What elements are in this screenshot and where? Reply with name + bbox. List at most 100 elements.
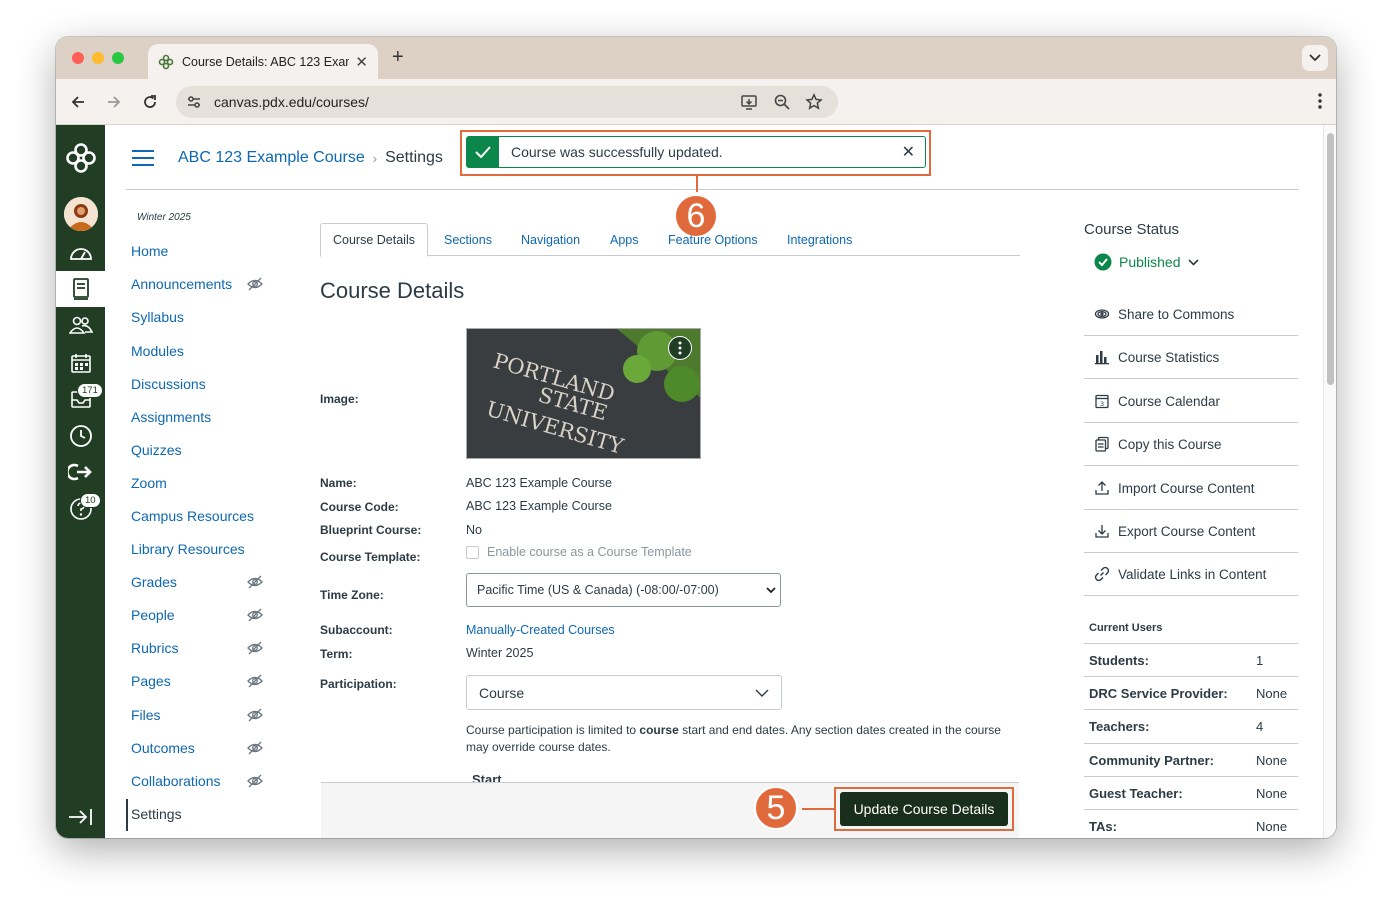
course-nav-item-outcomes[interactable]: Outcomes [131, 740, 263, 756]
flash-message: Course was successfully updated. ✕ [466, 136, 926, 168]
page-scrollbar[interactable] [1323, 125, 1336, 838]
copy-icon [1095, 436, 1109, 452]
course-action-course-calendar[interactable]: 3 Course Calendar [1084, 380, 1298, 423]
name-label: Name: [320, 476, 357, 490]
course-nav-active-indicator [126, 799, 128, 831]
address-bar[interactable]: canvas.pdx.edu/courses/ [176, 86, 838, 118]
course-nav-item-settings[interactable]: Settings [131, 806, 182, 822]
success-check-icon [467, 137, 499, 167]
course-nav-item-label: Library Resources [131, 541, 245, 557]
minimize-window-button[interactable] [92, 52, 104, 64]
course-nav-item-campus-resources[interactable]: Campus Resources [131, 508, 254, 524]
chevron-down-icon [1309, 54, 1321, 62]
tab-sections[interactable]: Sections [444, 223, 492, 256]
course-action-share-to-commons[interactable]: Share to Commons [1084, 293, 1298, 336]
canvas-logo-link[interactable] [56, 140, 105, 176]
user-role: TAs: [1089, 818, 1117, 834]
tab-close-icon[interactable]: ✕ [355, 53, 368, 71]
course-action-copy-this-course[interactable]: Copy this Course [1084, 423, 1298, 466]
page-title: Course Details [320, 278, 465, 303]
course-action-label: Export Course Content [1118, 523, 1256, 539]
back-button[interactable] [66, 90, 90, 114]
participation-label: Participation: [320, 677, 397, 691]
course-nav-item-grades[interactable]: Grades [131, 574, 263, 590]
course-nav-item-pages[interactable]: Pages [131, 673, 263, 689]
course-nav-item-zoom[interactable]: Zoom [131, 475, 167, 491]
hidden-eye-icon [247, 641, 263, 655]
course-nav-item-home[interactable]: Home [131, 243, 168, 259]
zoom-window-button[interactable] [112, 52, 124, 64]
course-nav-item-quizzes[interactable]: Quizzes [131, 442, 182, 458]
groups-nav[interactable] [56, 307, 105, 343]
user-count: 1 [1256, 652, 1264, 668]
course-action-label: Course Statistics [1118, 349, 1220, 365]
account-avatar[interactable] [64, 197, 98, 231]
tab-navigation[interactable]: Navigation [521, 223, 580, 256]
course-nav-item-files[interactable]: Files [131, 707, 263, 723]
new-tab-button[interactable]: + [392, 46, 404, 69]
hamburger-menu-icon[interactable] [132, 150, 154, 166]
course-nav-item-discussions[interactable]: Discussions [131, 376, 206, 392]
flash-close-icon[interactable]: ✕ [902, 142, 915, 162]
course-action-course-statistics[interactable]: Course Statistics [1084, 336, 1298, 379]
browser-menu-icon[interactable] [1318, 92, 1322, 110]
breadcrumb-course-link[interactable]: ABC 123 Example Course [178, 149, 365, 167]
collapse-nav-button[interactable] [68, 808, 94, 831]
browser-tab[interactable]: Course Details: ABC 123 Exam ✕ [148, 44, 378, 79]
course-image-photo: PORTLAND STATE UNIVERSITY [467, 329, 700, 458]
course-nav-item-modules[interactable]: Modules [131, 343, 184, 359]
close-window-button[interactable] [72, 52, 84, 64]
reload-button[interactable] [138, 90, 162, 114]
time-zone-select[interactable]: Pacific Time (US & Canada) (-08:00/-07:0… [466, 573, 781, 607]
subaccount-link[interactable]: Manually-Created Courses [466, 623, 615, 637]
zoom-icon[interactable] [773, 93, 791, 111]
url-text: canvas.pdx.edu/courses/ [214, 94, 369, 110]
studio-arrow-icon [67, 463, 92, 481]
studio-nav[interactable] [56, 454, 105, 490]
course-nav-item-assignments[interactable]: Assignments [131, 409, 211, 425]
course-action-label: Copy this Course [1118, 436, 1222, 452]
course-nav-item-rubrics[interactable]: Rubrics [131, 640, 263, 656]
hidden-eye-icon [247, 608, 263, 622]
scrollbar-thumb[interactable] [1327, 133, 1334, 385]
hidden-eye-icon [247, 774, 263, 788]
course-nav-item-library-resources[interactable]: Library Resources [131, 541, 245, 557]
course-action-export-course-content[interactable]: Export Course Content [1084, 510, 1298, 553]
tab-feature-options[interactable]: Feature Options [668, 223, 758, 256]
dashboard-nav[interactable] [56, 235, 105, 271]
settings-tabs: Course Details Sections Navigation Apps … [320, 223, 1020, 257]
user-count: None [1256, 685, 1288, 701]
tab-course-details[interactable]: Course Details [320, 223, 428, 257]
update-course-details-button[interactable]: Update Course Details [840, 792, 1008, 826]
course-nav-item-label: Announcements [131, 276, 233, 292]
participation-value: Course [479, 685, 525, 701]
course-nav-item-collaborations[interactable]: Collaborations [131, 773, 263, 789]
course-action-validate-links-in-content[interactable]: Validate Links in Content [1084, 553, 1298, 596]
tab-integrations[interactable]: Integrations [787, 223, 852, 256]
bookmark-star-icon[interactable] [805, 93, 823, 111]
course-nav-item-people[interactable]: People [131, 607, 263, 623]
forward-button[interactable] [102, 90, 126, 114]
header-divider [126, 189, 1299, 190]
image-options-button[interactable] [668, 336, 692, 360]
site-settings-icon[interactable] [186, 94, 202, 110]
course-template-checkbox[interactable] [466, 546, 479, 559]
tab-apps[interactable]: Apps [610, 223, 639, 256]
course-image[interactable]: PORTLAND STATE UNIVERSITY [466, 328, 701, 459]
chart-bar-icon [1095, 351, 1109, 365]
history-nav[interactable] [56, 418, 105, 454]
course-nav-item-syllabus[interactable]: Syllabus [131, 309, 184, 325]
courses-nav[interactable] [56, 271, 105, 307]
breadcrumb-current: Settings [385, 149, 443, 166]
tab-search-button[interactable] [1302, 45, 1328, 71]
hidden-eye-icon [247, 674, 263, 688]
publish-status-button[interactable]: Published [1094, 253, 1199, 271]
course-action-label: Share to Commons [1118, 306, 1235, 322]
participation-select[interactable]: Course [466, 675, 782, 710]
course-nav-item-announcements[interactable]: Announcements [131, 276, 263, 292]
tab-title: Course Details: ABC 123 Exam [182, 54, 350, 69]
calendar-nav[interactable] [56, 345, 105, 381]
install-app-icon[interactable] [740, 93, 758, 111]
course-action-import-course-content[interactable]: Import Course Content [1084, 467, 1298, 510]
course-nav-item-label: Zoom [131, 475, 167, 491]
